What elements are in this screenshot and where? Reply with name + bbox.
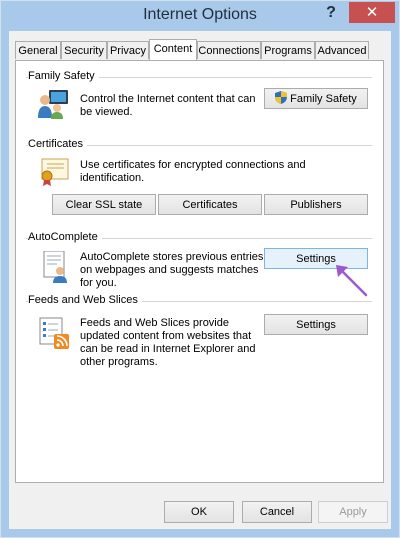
certificates-description: Use certificates for encrypted connectio… — [80, 159, 306, 184]
family-safety-description: Control the Internet content that can be… — [80, 93, 256, 118]
publishers-button[interactable]: Publishers — [264, 194, 368, 215]
certificate-icon — [38, 157, 70, 187]
help-button[interactable]: ? — [321, 3, 341, 23]
content-tab-panel: Family Safety Control the Internet conte… — [15, 60, 384, 483]
autocomplete-heading: AutoComplete — [28, 231, 102, 243]
tab-content[interactable]: Content — [149, 39, 197, 60]
title-bar[interactable]: Internet Options ? ✕ — [1, 1, 399, 31]
family-safety-button-label: Family Safety — [290, 93, 357, 105]
feeds-settings-button[interactable]: Settings — [264, 314, 368, 335]
close-button[interactable]: ✕ — [349, 2, 395, 23]
autocomplete-description: AutoComplete stores previous entries on … — [80, 251, 264, 289]
tab-programs[interactable]: Programs — [261, 41, 315, 59]
certificates-heading: Certificates — [28, 138, 88, 150]
autocomplete-icon — [42, 250, 72, 283]
internet-options-window: Internet Options ? ✕ General Security Pr… — [0, 0, 400, 538]
tab-general[interactable]: General — [15, 41, 61, 59]
tab-advanced[interactable]: Advanced — [315, 41, 369, 59]
ok-button[interactable]: OK — [164, 501, 234, 523]
shield-icon — [275, 91, 288, 104]
family-safety-icon — [36, 88, 70, 120]
feeds-rss-icon — [38, 316, 72, 350]
feeds-description: Feeds and Web Slices provide updated con… — [80, 317, 256, 368]
cancel-button[interactable]: Cancel — [242, 501, 312, 523]
clear-ssl-state-button[interactable]: Clear SSL state — [52, 194, 156, 215]
dialog-client-area: General Security Privacy Content Connect… — [9, 31, 391, 529]
feeds-heading: Feeds and Web Slices — [28, 294, 142, 306]
apply-button[interactable]: Apply — [318, 501, 388, 523]
tab-strip: General Security Privacy Content Connect… — [15, 39, 385, 61]
family-safety-button[interactable]: Family Safety — [264, 88, 368, 109]
tab-privacy[interactable]: Privacy — [107, 41, 149, 59]
tab-security[interactable]: Security — [61, 41, 107, 59]
certificates-button[interactable]: Certificates — [158, 194, 262, 215]
tab-connections[interactable]: Connections — [197, 41, 261, 59]
family-safety-heading: Family Safety — [28, 70, 99, 82]
pointer-arrow-icon — [332, 261, 372, 301]
